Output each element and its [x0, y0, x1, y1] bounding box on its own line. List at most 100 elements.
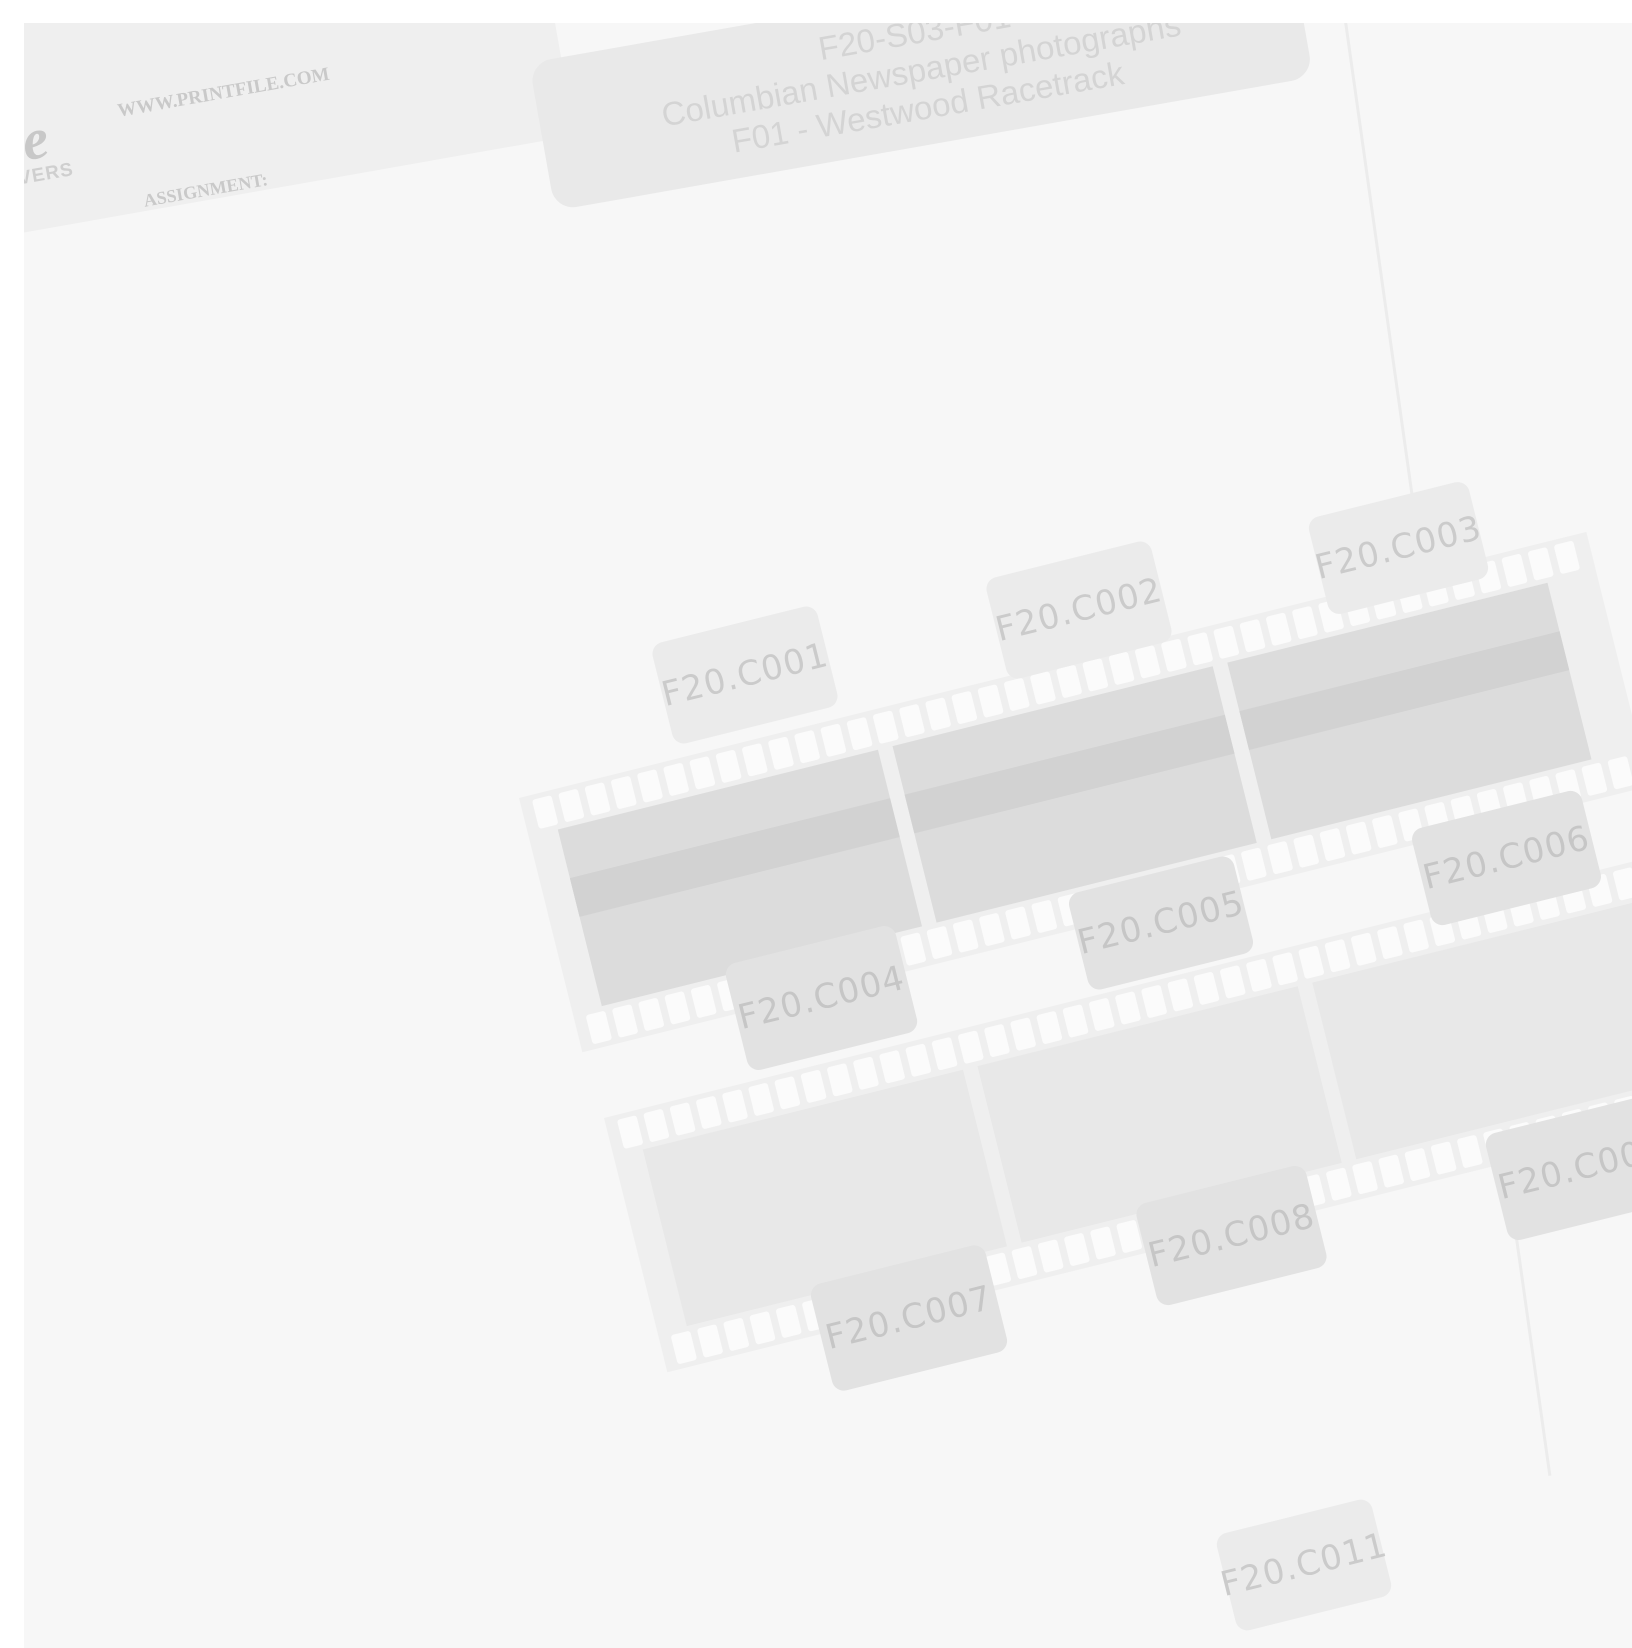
sprocket-hole	[1404, 1147, 1431, 1182]
sprocket-hole	[1140, 984, 1168, 1019]
sprocket-hole	[558, 788, 585, 823]
sprocket-hole	[1271, 951, 1299, 986]
sprocket-hole	[610, 775, 638, 810]
sprocket-hole	[1324, 938, 1351, 973]
sprocket-hole	[1371, 814, 1399, 849]
sprocket-hole	[1319, 827, 1346, 862]
sprocket-hole	[636, 768, 664, 803]
sprocket-hole	[1219, 964, 1247, 999]
sprocket-hole	[1114, 991, 1142, 1025]
sprocket-hole	[1063, 1232, 1091, 1267]
sprocket-hole	[1402, 919, 1430, 954]
sprocket-hole	[1011, 1245, 1038, 1280]
sprocket-hole	[1089, 1226, 1117, 1260]
sprocket-hole	[820, 723, 847, 758]
sprocket-hole	[1553, 540, 1581, 575]
sprocket-hole	[1265, 612, 1293, 647]
sprocket-hole	[1029, 671, 1057, 705]
sprocket-hole	[637, 997, 665, 1032]
film-sleeve-scan: ile RVERS WWW.PRINTFILE.COM ASSIGNMENT: …	[24, 23, 1632, 1648]
sprocket-hole	[741, 742, 769, 777]
sprocket-hole	[1108, 651, 1135, 686]
sprocket-hole	[1009, 1017, 1037, 1052]
sprocket-hole	[872, 710, 900, 745]
sprocket-hole	[924, 697, 952, 732]
sprocket-hole	[951, 690, 978, 725]
sprocket-hole	[747, 1082, 775, 1117]
sprocket-hole	[1612, 866, 1632, 901]
sprocket-hole	[722, 1317, 750, 1352]
sprocket-hole	[1186, 631, 1214, 666]
sprocket-hole	[1266, 840, 1294, 875]
sprocket-hole	[1292, 834, 1320, 869]
sprocket-hole	[689, 755, 716, 790]
sprocket-hole	[696, 1323, 724, 1358]
sprocket-hole	[1160, 638, 1188, 673]
sprocket-hole	[1430, 1141, 1457, 1176]
sprocket-hole	[793, 729, 821, 764]
sprocket-hole	[670, 1330, 698, 1365]
sprocket-hole	[1245, 958, 1273, 993]
sprocket-hole	[1167, 977, 1194, 1012]
sprocket-hole	[1004, 906, 1032, 940]
sprocket-hole	[616, 1115, 644, 1150]
sprocket-hole	[531, 795, 559, 830]
sprocket-hole	[1062, 1004, 1089, 1039]
sprocket-hole	[695, 1095, 723, 1130]
sprocket-hole	[1456, 1134, 1484, 1169]
sprocket-hole	[1036, 1010, 1063, 1045]
sprocket-hole	[1501, 553, 1528, 588]
sprocket-hole	[749, 1310, 776, 1345]
sprocket-hole	[1082, 657, 1109, 692]
sprocket-hole	[1351, 1160, 1379, 1195]
sprocket-hole	[1350, 932, 1378, 967]
sprocket-hole	[1088, 997, 1116, 1032]
sprocket-hole	[585, 1010, 613, 1045]
sprocket-hole	[643, 1108, 670, 1143]
sprocket-hole	[852, 1056, 880, 1091]
sprocket-hole	[1291, 605, 1319, 640]
sprocket-hole	[611, 1003, 639, 1038]
sprocket-hole	[957, 1030, 985, 1065]
sprocket-hole	[846, 716, 873, 751]
sprocket-hole	[1298, 945, 1325, 980]
sprocket-hole	[983, 1023, 1011, 1058]
sprocket-hole	[898, 703, 926, 738]
sprocket-hole	[800, 1069, 827, 1104]
sprocket-hole	[715, 749, 742, 784]
frame-tag: F20.C011	[1214, 1497, 1394, 1633]
sprocket-hole	[669, 1102, 696, 1136]
sprocket-hole	[1193, 971, 1220, 1006]
sprocket-hole	[1213, 625, 1240, 660]
sleeve-header	[24, 23, 575, 240]
sprocket-hole	[584, 782, 611, 816]
sprocket-hole	[1325, 1167, 1353, 1202]
sprocket-hole	[905, 1043, 932, 1078]
sprocket-hole	[664, 990, 691, 1025]
sprocket-hole	[1240, 847, 1268, 882]
sprocket-hole	[1377, 1154, 1405, 1189]
sleeve-label: F20-S03-F01 Columbian Newspaper photogra…	[529, 23, 1314, 211]
sprocket-hole	[774, 1075, 801, 1110]
sprocket-hole	[926, 925, 953, 960]
sprocket-hole	[878, 1049, 906, 1084]
sprocket-hole	[826, 1062, 854, 1097]
sprocket-hole	[662, 762, 690, 797]
sprocket-hole	[1037, 1239, 1064, 1274]
sprocket-hole	[690, 984, 718, 1019]
sprocket-hole	[1030, 899, 1058, 934]
sprocket-hole	[1055, 664, 1083, 699]
sprocket-hole	[1345, 821, 1372, 856]
sprocket-hole	[767, 736, 795, 771]
sprocket-hole	[978, 912, 1006, 947]
sprocket-hole	[1239, 618, 1266, 653]
sprocket-hole	[1581, 762, 1608, 797]
sprocket-hole	[1527, 546, 1555, 581]
sprocket-hole	[977, 684, 1004, 719]
sprocket-hole	[721, 1088, 749, 1123]
sprocket-hole	[1376, 925, 1404, 960]
sprocket-hole	[775, 1304, 803, 1339]
sprocket-hole	[931, 1036, 958, 1071]
sprocket-hole	[1134, 644, 1162, 679]
sprocket-hole	[1003, 677, 1031, 712]
